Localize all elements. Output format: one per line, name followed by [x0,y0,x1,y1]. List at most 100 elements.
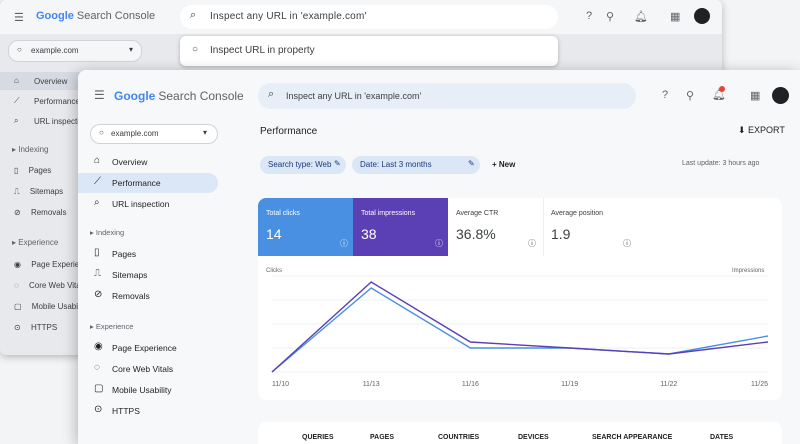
sidebar-item-sitemaps[interactable]: ⎍ Sitemaps [78,265,218,285]
app-title: Search Console [158,89,244,103]
tab-countries[interactable]: COUNTRIES [438,434,479,441]
chip-label: Search type: Web [268,160,332,169]
search-value: Inspect any URL in 'example.com' [210,11,367,22]
x-tick-label: 11/10 [272,381,289,388]
logo-text: Google [36,10,74,22]
sidebar-label: HTTPS [30,323,58,332]
suggestion-icon: ○ [192,44,199,55]
section-indexing[interactable]: ▸ Indexing [12,145,49,154]
tab-pages[interactable]: PAGES [370,434,394,441]
export-button[interactable]: ⬇ EXPORT [738,125,785,136]
apps-icon[interactable]: ▦ [670,10,680,23]
sidebar-item-core-web-vitals[interactable]: ◌ Core Web Vitals [14,281,87,290]
sidebar-item-pages[interactable]: ▯ Pages [78,244,218,264]
sidebar-item-url-inspection[interactable]: ⌕ URL inspection [78,194,218,214]
foreground-window: ☰ Google Search Console ⌕ Inspect any URL… [78,70,800,444]
notifications-icon[interactable]: 🔔︎ [634,10,648,23]
search-placeholder: Inspect any URL in 'example.com' [286,91,422,101]
tab-search-appearance[interactable]: SEARCH APPEARANCE [592,434,672,441]
sidebar-item-overview[interactable]: ⌂ Overview [78,152,218,172]
logo-text: Google [114,89,156,103]
help-icon[interactable]: ? [586,10,592,22]
metric-label: Total impressions [361,210,416,217]
section-label: Experience [18,238,59,247]
edit-icon: ✎ [334,159,341,168]
filter-chip-date[interactable]: Date: Last 3 months ✎ [352,156,480,174]
filter-chip-search-type[interactable]: Search type: Web ✎ [260,156,346,174]
sidebar-item-mobile-usability[interactable]: ▢ Mobile Usability [14,302,88,311]
share-icon[interactable]: ⚲ [606,10,614,23]
property-name: example.com [111,129,159,138]
info-icon: ⓘ [435,239,443,248]
app-logo: Google Search Console [114,89,244,103]
sidebar-item-mobile-usability[interactable]: ▢ Mobile Usability [78,380,218,400]
sidebar-item-removals[interactable]: ⊘ Removals [14,208,67,217]
sidebar-label: URL inspection [112,199,170,209]
sidebar-label: Removals [30,208,67,217]
share-icon[interactable]: ⚲ [686,89,694,102]
metric-total-impressions[interactable]: Total impressions 38 ⓘ [353,198,448,256]
performance-card: Total clicks 14 ⓘ Total impressions 38 ⓘ… [258,198,782,400]
info-icon: ⓘ [623,239,631,248]
metric-value: 1.9 [551,226,571,242]
tab-dates[interactable]: DATES [710,434,733,441]
section-indexing[interactable]: ▸ Indexing [90,228,124,237]
x-tick-label: 11/25 [751,381,768,388]
sidebar-item-performance[interactable]: ⟋ Performance [78,173,218,193]
menu-icon[interactable]: ☰ [14,11,24,24]
metric-label: Total clicks [266,210,300,217]
avatar[interactable] [772,87,789,104]
sitemap-icon: ⎍ [94,268,101,279]
sidebar-item-pages[interactable]: ▯ Pages [14,166,51,175]
removals-icon: ⊘ [94,289,103,300]
property-icon: ○ [99,128,104,137]
property-name: example.com [31,46,79,55]
metric-average-ctr[interactable]: Average CTR 36.8% ⓘ [448,198,544,256]
home-icon: ⌂ [14,76,19,85]
sidebar-item-page-experience[interactable]: ◉ Page Experience [78,338,218,358]
sidebar-label: Page Experience [112,343,177,353]
search-suggestion[interactable]: ○ Inspect URL in property [180,36,558,66]
avatar[interactable] [694,8,710,24]
sidebar-item-core-web-vitals[interactable]: ◌ Core Web Vitals [78,359,218,379]
sidebar-item-https[interactable]: ⊙ HTTPS [78,401,218,421]
sidebar-item-sitemaps[interactable]: ⎍ Sitemaps [14,187,63,197]
metric-total-clicks[interactable]: Total clicks 14 ⓘ [258,198,353,256]
search-input[interactable]: ⌕ Inspect any URL in 'example.com' [258,83,636,109]
sidebar-label: Sitemaps [112,270,148,280]
section-experience[interactable]: ▸ Experience [90,322,133,331]
sidebar-label: Pages [28,166,52,175]
property-icon: ○ [17,45,22,54]
search-small-icon: ⌕ [94,197,100,208]
tab-queries[interactable]: QUERIES [302,434,334,441]
mobile-icon: ▢ [94,383,104,394]
tab-devices[interactable]: DEVICES [518,434,549,441]
section-experience[interactable]: ▸ Experience [12,238,58,247]
section-label: Experience [95,322,134,331]
top-bar: ☰ Google Search Console ⌕ Inspect any URL… [0,0,722,34]
property-selector[interactable]: ○ example.com ▾ [90,124,218,144]
new-filter-button[interactable]: + New [492,160,515,169]
trend-icon: ⟋ [94,176,101,187]
help-icon[interactable]: ? [662,89,668,101]
sidebar-item-https[interactable]: ⊙ HTTPS [14,323,57,332]
info-icon: ⓘ [340,239,348,248]
property-selector[interactable]: ○ example.com ▾ [8,40,142,62]
sidebar-label: Mobile Usability [112,385,172,395]
series-line-impressions [271,281,769,373]
search-small-icon: ⌕ [14,116,19,125]
x-tick-label: 11/16 [462,381,479,388]
sidebar-label: Overview [34,77,68,86]
performance-chart: 11/10 11/13 11/16 11/19 11/22 11/25 [271,275,769,388]
export-label: EXPORT [748,125,785,135]
metric-average-position[interactable]: Average position 1.9 ⓘ [543,198,638,256]
sidebar-item-removals[interactable]: ⊘ Removals [78,286,218,306]
x-tick-label: 11/13 [363,381,380,388]
dimensions-table: QUERIES PAGES COUNTRIES DEVICES SEARCH A… [258,422,782,444]
sidebar-label: Overview [112,157,148,167]
metric-value: 14 [266,226,282,242]
search-input[interactable]: ⌕ Inspect any URL in 'example.com' [180,5,558,29]
sidebar-label: Performance [34,97,80,106]
apps-icon[interactable]: ▦ [750,89,760,102]
menu-icon[interactable]: ☰ [94,88,105,102]
